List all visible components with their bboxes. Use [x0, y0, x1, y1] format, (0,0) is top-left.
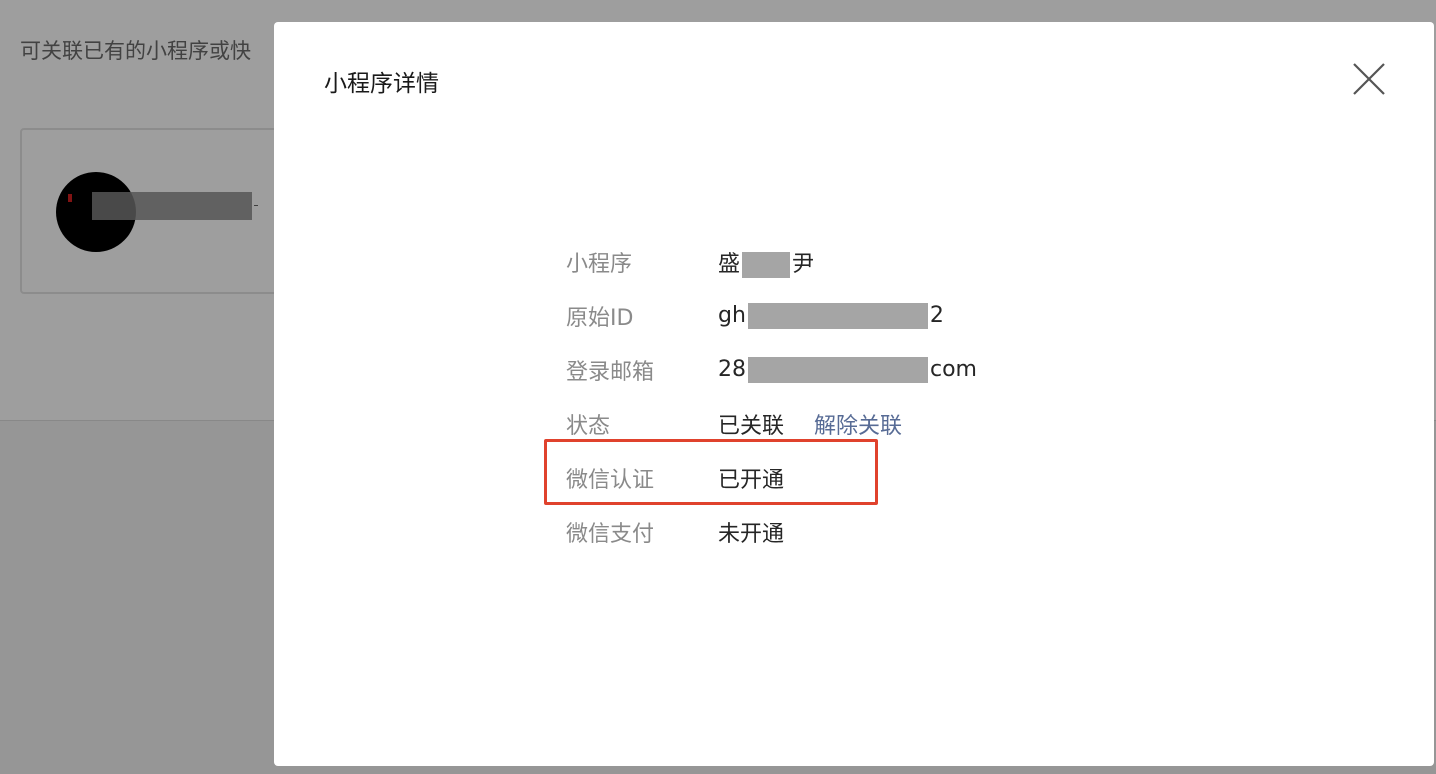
redacted-text: [742, 252, 791, 278]
unlink-link[interactable]: 解除关联: [814, 408, 902, 440]
row-label: 状态: [566, 414, 611, 439]
detail-row-wechat-verification: 微信认证 已开通: [566, 451, 1166, 505]
close-icon: [1353, 63, 1385, 95]
detail-row-original-id: 原始ID gh 2: [566, 289, 1166, 343]
page: 可关联已有的小程序或快 小程序详情 小程序 盛尹 原始ID gh 2 登录邮箱 …: [0, 0, 1436, 774]
row-value-name: 盛尹: [718, 246, 814, 278]
dialog-title: 小程序详情: [324, 71, 439, 97]
row-label: 微信认证: [566, 468, 655, 493]
row-value-status: 已关联: [718, 414, 785, 439]
value-suffix: 尹: [792, 252, 815, 277]
row-value-verification: 已开通: [718, 468, 785, 493]
row-value-original-id: gh 2: [718, 303, 944, 329]
value-prefix: gh: [718, 303, 746, 328]
detail-row-wechat-pay: 微信支付 未开通: [566, 505, 1166, 559]
redacted-text: [747, 303, 928, 329]
detail-list: 小程序 盛尹 原始ID gh 2 登录邮箱 28 com 状态 已关联 解除关联 微…: [566, 235, 1166, 559]
redacted-text: [748, 357, 928, 383]
row-label: 微信支付: [566, 522, 655, 547]
detail-row-status: 状态 已关联 解除关联: [566, 397, 1166, 451]
value-suffix: 2: [929, 303, 944, 328]
miniprogram-detail-dialog: 小程序详情 小程序 盛尹 原始ID gh2 登录邮箱 28com 状态 已关: [274, 22, 1434, 766]
row-label: 小程序: [566, 252, 633, 277]
row-label: 登录邮箱: [566, 360, 655, 385]
detail-row-name: 小程序 盛尹: [566, 235, 1166, 289]
detail-row-email: 登录邮箱 28 com: [566, 343, 1166, 397]
row-value-pay: 未开通: [718, 522, 785, 547]
value-prefix: 28: [718, 357, 746, 382]
value-suffix: com: [930, 357, 977, 382]
row-value-email: 28 com: [718, 357, 977, 383]
close-button[interactable]: [1350, 60, 1388, 98]
row-label: 原始ID: [566, 306, 634, 331]
value-prefix: 盛: [718, 252, 741, 277]
